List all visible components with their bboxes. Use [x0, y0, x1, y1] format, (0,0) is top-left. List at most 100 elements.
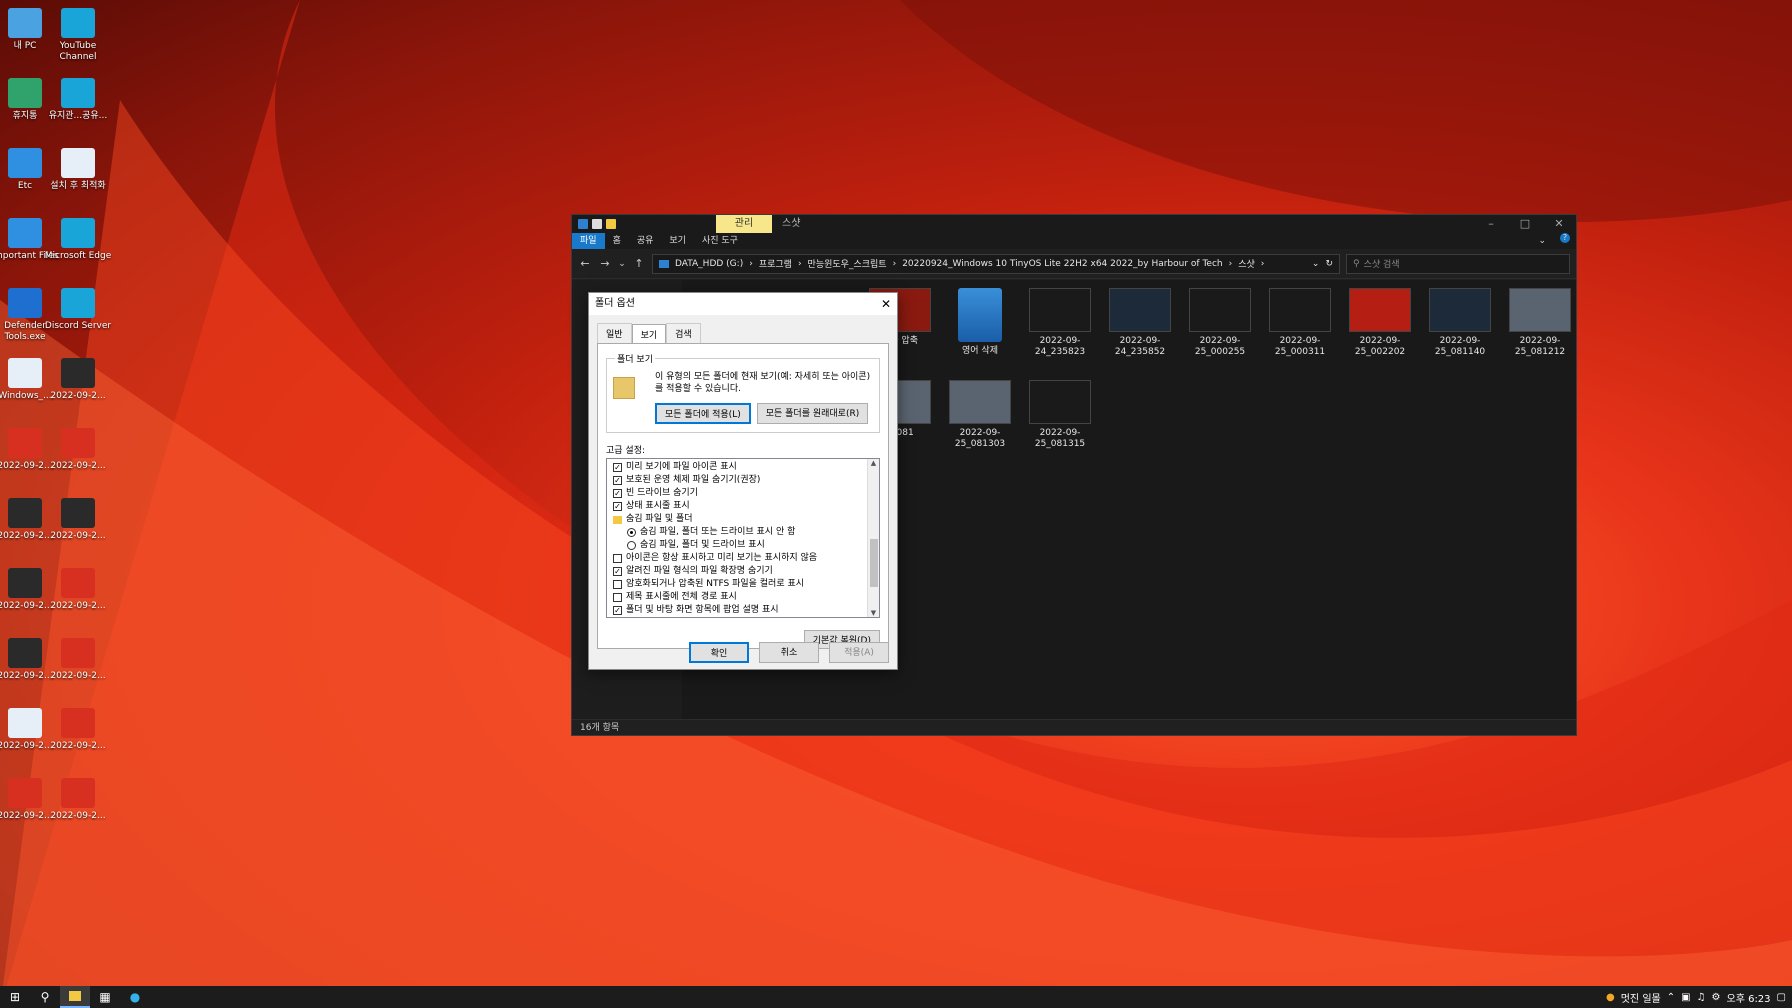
- new-folder-icon[interactable]: [606, 219, 616, 229]
- help-icon[interactable]: ?: [1560, 233, 1570, 243]
- path-dropdown-icon[interactable]: ⌄: [1312, 259, 1320, 269]
- close-icon[interactable]: ✕: [1542, 215, 1576, 233]
- tab-general[interactable]: 일반: [597, 323, 632, 343]
- checkbox[interactable]: ✓: [613, 463, 622, 472]
- advanced-setting-row[interactable]: 암호화되거나 압축된 NTFS 파일을 컬러로 표시: [613, 578, 863, 591]
- weather-icon[interactable]: ●: [1606, 992, 1615, 1003]
- tab-search[interactable]: 검색: [666, 323, 701, 343]
- file-explorer-taskbar-icon[interactable]: [60, 986, 90, 1008]
- desktop-icon[interactable]: 유지관...공유...: [43, 78, 113, 122]
- checkbox[interactable]: ✓: [613, 476, 622, 485]
- apply-to-folders-button[interactable]: 모든 폴더에 적용(L): [655, 403, 751, 424]
- scrollbar-thumb[interactable]: [870, 539, 878, 587]
- minimize-icon[interactable]: –: [1474, 215, 1508, 233]
- scroll-down-icon[interactable]: ▼: [868, 609, 879, 617]
- desktop-icon[interactable]: 2022-09-2...: [43, 498, 113, 542]
- store-taskbar-icon[interactable]: ▦: [90, 986, 120, 1008]
- desktop-icon[interactable]: Discord Server: [43, 288, 113, 332]
- desktop-icon[interactable]: 2022-09-2...: [43, 708, 113, 752]
- desktop-icon[interactable]: Microsoft Edge: [43, 218, 113, 262]
- context-tab-manage[interactable]: 관리: [716, 215, 772, 233]
- path-segment[interactable]: 20220924_Windows 10 TinyOS Lite 22H2 x64…: [902, 259, 1222, 269]
- scrollbar[interactable]: ▲ ▼: [867, 459, 879, 617]
- forward-arrow-icon[interactable]: →: [598, 257, 612, 270]
- ribbon-tab-picture-tools[interactable]: 사진 도구: [694, 233, 746, 249]
- image-item[interactable]: 2022-09-24_235823: [1026, 288, 1094, 358]
- checkbox[interactable]: ✓: [613, 489, 622, 498]
- folder-icon[interactable]: [578, 219, 588, 229]
- recent-chevron-icon[interactable]: ⌄: [618, 259, 626, 269]
- network-icon[interactable]: ▣: [1681, 992, 1690, 1003]
- checkbox[interactable]: [613, 554, 622, 563]
- desktop-icon[interactable]: YouTube Channel: [43, 8, 113, 63]
- volume-icon[interactable]: ♫: [1697, 992, 1706, 1003]
- image-item[interactable]: 2022-09-25_002202: [1346, 288, 1414, 358]
- advanced-setting-row[interactable]: ✓ 알려진 파일 형식의 파일 확장명 숨기기: [613, 565, 863, 578]
- image-item[interactable]: 2022-09-25_081303: [946, 380, 1014, 450]
- path-segment[interactable]: DATA_HDD (G:): [675, 259, 743, 269]
- desktop-icon[interactable]: 2022-09-2...: [43, 778, 113, 822]
- ribbon-tab-view[interactable]: 보기: [661, 233, 694, 249]
- checkbox[interactable]: ✓: [613, 502, 622, 511]
- path-segment[interactable]: 만능윈도우_스크립트: [808, 257, 887, 270]
- image-item[interactable]: 2022-09-25_000311: [1266, 288, 1334, 358]
- checkbox[interactable]: [613, 580, 622, 589]
- advanced-setting-row[interactable]: ✓ 보호된 운영 체제 파일 숨기기(권장): [613, 474, 863, 487]
- refresh-icon[interactable]: ↻: [1325, 259, 1333, 269]
- advanced-setting-row[interactable]: 숨김 파일 및 폴더: [613, 513, 863, 526]
- checkbox[interactable]: [613, 593, 622, 602]
- close-icon[interactable]: ✕: [881, 293, 891, 315]
- edge-taskbar-icon[interactable]: ●: [120, 986, 150, 1008]
- address-path[interactable]: DATA_HDD (G:) › 프로그램 › 만능윈도우_스크립트 › 2022092…: [652, 253, 1340, 274]
- radio-button[interactable]: [627, 541, 636, 550]
- item-label: 2022-09-24_235852: [1114, 336, 1166, 357]
- search-box[interactable]: ⚲ 스샷 검색: [1346, 253, 1570, 274]
- maximize-icon[interactable]: □: [1508, 215, 1542, 233]
- advanced-setting-row[interactable]: ✓ 상태 표시줄 표시: [613, 500, 863, 513]
- start-button[interactable]: ⊞: [0, 986, 30, 1008]
- path-segment[interactable]: 스샷: [1238, 257, 1255, 270]
- checkbox[interactable]: ✓: [613, 606, 622, 615]
- scroll-up-icon[interactable]: ▲: [868, 459, 879, 467]
- reset-folders-button[interactable]: 모든 폴더를 원래대로(R): [756, 403, 869, 424]
- desktop-icon[interactable]: 2022-09-2...: [43, 568, 113, 612]
- apply-button[interactable]: 적용(A): [829, 642, 889, 663]
- image-item[interactable]: 2022-09-25_081212: [1506, 288, 1574, 358]
- notification-icon[interactable]: ▢: [1777, 992, 1786, 1003]
- image-item[interactable]: 2022-09-25_081315: [1026, 380, 1094, 450]
- weather-text[interactable]: 멋진 일몰: [1621, 990, 1661, 1005]
- expand-ribbon-icon[interactable]: ⌄: [1530, 233, 1554, 249]
- image-item[interactable]: 2022-09-25_000255: [1186, 288, 1254, 358]
- advanced-setting-row[interactable]: 제목 표시줄에 전체 경로 표시: [613, 591, 863, 604]
- back-arrow-icon[interactable]: ←: [578, 257, 592, 270]
- advanced-setting-row[interactable]: 숨김 파일, 폴더 또는 드라이브 표시 안 함: [613, 526, 863, 539]
- tab-view[interactable]: 보기: [631, 324, 667, 344]
- ok-button[interactable]: 확인: [689, 642, 749, 663]
- search-icon[interactable]: ⚲: [30, 986, 60, 1008]
- image-item[interactable]: 2022-09-24_235852: [1106, 288, 1174, 358]
- path-segment[interactable]: 프로그램: [759, 257, 792, 270]
- ribbon-tab-file[interactable]: 파일: [572, 233, 605, 249]
- ribbon-tab-share[interactable]: 공유: [629, 233, 662, 249]
- radio-button[interactable]: [627, 528, 636, 537]
- clock[interactable]: 오후 6:23: [1727, 990, 1771, 1005]
- advanced-setting-row[interactable]: ✓ 미리 보기에 파일 아이콘 표시: [613, 461, 863, 474]
- desktop-icon[interactable]: 2022-09-2...: [43, 358, 113, 402]
- settings-icon[interactable]: ⚙: [1712, 992, 1721, 1003]
- advanced-settings-list[interactable]: ✓ 미리 보기에 파일 아이콘 표시 ✓ 보호된 운영 체제 파일 숨기기(권장) ✓ 빈…: [606, 458, 880, 618]
- image-item[interactable]: 2022-09-25_081140: [1426, 288, 1494, 358]
- checkbox[interactable]: ✓: [613, 567, 622, 576]
- properties-icon[interactable]: [592, 219, 602, 229]
- folder-item[interactable]: 영어 삭제: [946, 288, 1014, 357]
- ribbon-tab-home[interactable]: 홈: [605, 233, 629, 249]
- advanced-setting-row[interactable]: 아이콘은 항상 표시하고 미리 보기는 표시하지 않음: [613, 552, 863, 565]
- desktop-icon[interactable]: 2022-09-2...: [43, 638, 113, 682]
- advanced-setting-row[interactable]: ✓ 폴더 및 바탕 화면 항목에 팝업 설명 표시: [613, 604, 863, 617]
- advanced-setting-row[interactable]: 숨김 파일, 폴더 및 드라이브 표시: [613, 539, 863, 552]
- desktop-icon[interactable]: 2022-09-2...: [43, 428, 113, 472]
- advanced-setting-row[interactable]: ✓ 빈 드라이브 숨기기: [613, 487, 863, 500]
- cancel-button[interactable]: 취소: [759, 642, 819, 663]
- tray-chevron-icon[interactable]: ⌃: [1667, 992, 1675, 1003]
- desktop-icon[interactable]: 설치 후 최적화: [43, 148, 113, 192]
- up-arrow-icon[interactable]: ↑: [632, 257, 646, 270]
